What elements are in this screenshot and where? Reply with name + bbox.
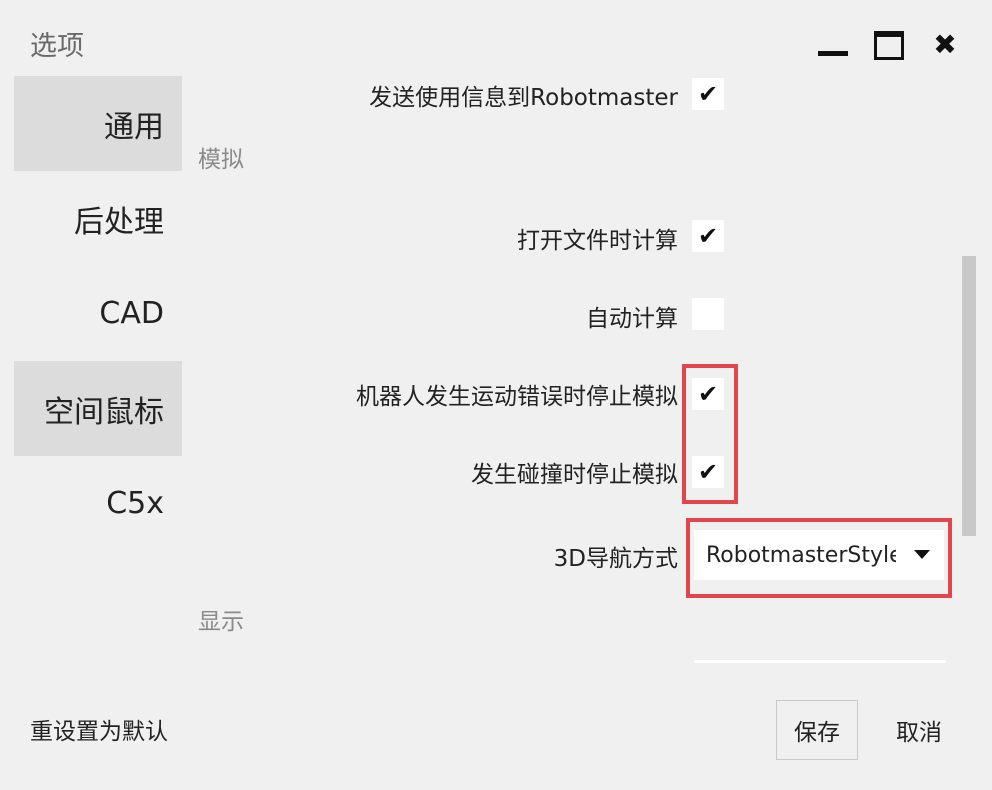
- window-title: 选项: [30, 31, 84, 62]
- calc-on-open-checkbox[interactable]: ✔: [692, 220, 724, 252]
- sidebar-item-c5x[interactable]: C5x: [14, 456, 182, 551]
- auto-calc-label: 自动计算: [586, 306, 678, 332]
- sidebar-item-general[interactable]: 通用: [14, 76, 182, 171]
- options-window: 选项 ✖ 通用 后处理 CAD 空间鼠标 C5x 发送使用信息到Robotmas…: [0, 0, 992, 790]
- checkmark-icon: ✔: [697, 80, 719, 108]
- sidebar-nav: 通用 后处理 CAD 空间鼠标 C5x: [14, 76, 182, 551]
- minimize-button[interactable]: [816, 28, 850, 62]
- section-display-label: 显示: [198, 609, 244, 635]
- stop-on-motion-error-label: 机器人发生运动错误时停止模拟: [356, 384, 678, 410]
- cancel-button[interactable]: 取消: [880, 700, 958, 760]
- minimize-icon: [818, 51, 848, 56]
- window-controls: ✖: [794, 28, 962, 62]
- checkmark-icon: ✔: [697, 222, 719, 250]
- dropdown-highlight-box: [686, 518, 952, 598]
- checkbox-highlight-box: [682, 364, 738, 504]
- auto-calc-checkbox[interactable]: [692, 298, 724, 330]
- section-simulation-label: 模拟: [198, 147, 244, 173]
- save-button[interactable]: 保存: [776, 700, 858, 760]
- stop-on-collision-label: 发生碰撞时停止模拟: [471, 462, 678, 488]
- sidebar-item-post-processing[interactable]: 后处理: [14, 171, 182, 266]
- close-icon: ✖: [933, 28, 957, 61]
- reset-defaults-link[interactable]: 重设置为默认: [30, 712, 168, 746]
- sidebar-item-space-mouse[interactable]: 空间鼠标: [14, 361, 182, 456]
- scrollbar-thumb[interactable]: [962, 256, 976, 536]
- sidebar-item-cad[interactable]: CAD: [14, 266, 182, 361]
- send-usage-label: 发送使用信息到Robotmaster: [369, 85, 678, 111]
- nav-mode-label: 3D导航方式: [553, 546, 678, 572]
- send-usage-checkbox[interactable]: ✔: [692, 78, 724, 110]
- calc-on-open-label: 打开文件时计算: [517, 228, 678, 254]
- close-button[interactable]: ✖: [928, 28, 962, 62]
- maximize-button[interactable]: [872, 28, 906, 62]
- maximize-icon: [874, 31, 904, 60]
- display-divider: [694, 660, 946, 663]
